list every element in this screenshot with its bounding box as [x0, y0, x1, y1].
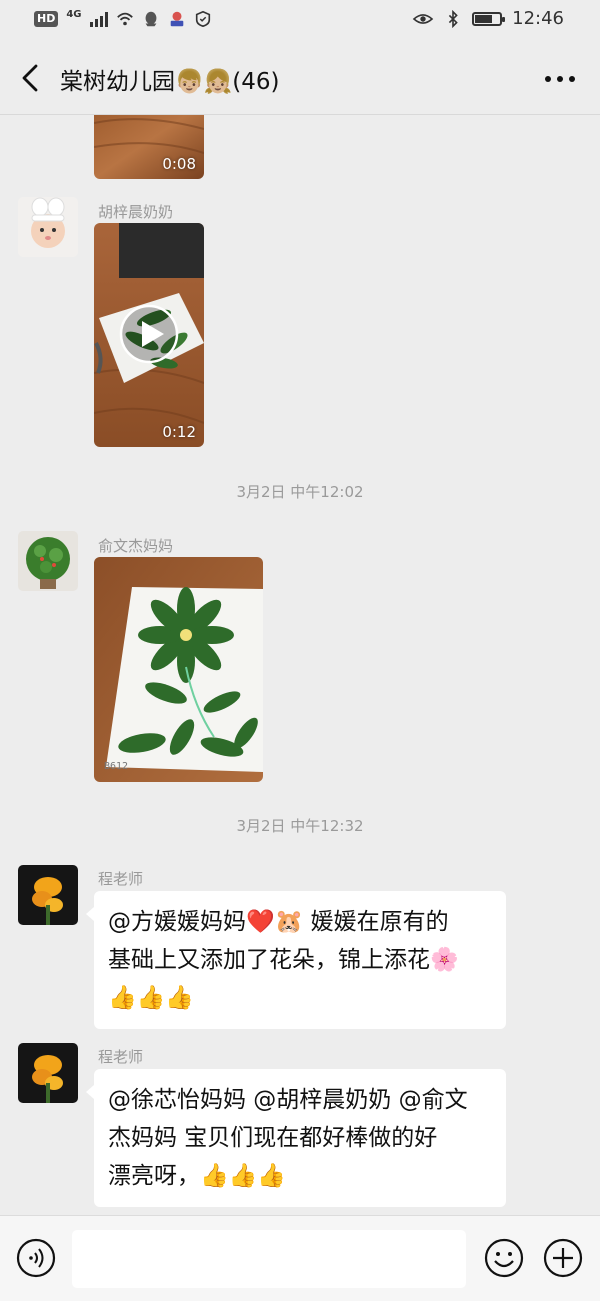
chat-title: 棠树幼儿园👦🏼👧🏼(46) — [60, 62, 280, 96]
battery-icon — [472, 11, 506, 26]
status-time: 12:46 — [512, 8, 564, 29]
signal-icon — [89, 11, 108, 27]
plus-icon[interactable] — [543, 1238, 583, 1278]
eye-icon — [412, 13, 434, 24]
message-list[interactable]: 0:08 胡梓晨奶奶 0:12 3月2日 中午12:02 俞文杰妈妈 B612 … — [0, 115, 600, 1215]
message-line: @徐芯怡妈妈 @胡梓晨奶奶 @俞文 — [108, 1087, 468, 1113]
avatar[interactable] — [18, 865, 78, 925]
chevron-left-icon[interactable] — [14, 60, 50, 96]
avatar[interactable] — [18, 197, 78, 257]
chat-header: 棠树幼儿园👦🏼👧🏼(46) — [0, 44, 600, 115]
chat-input-bar — [0, 1215, 600, 1301]
network-type: 4G — [66, 8, 82, 20]
video-duration: 0:08 — [162, 155, 196, 173]
image-thumbnail — [94, 557, 263, 782]
qq-icon — [145, 11, 156, 27]
voice-icon[interactable] — [16, 1238, 56, 1278]
message-line: 杰妈妈 宝贝们现在都好棒做的好 — [108, 1125, 438, 1151]
video-message[interactable]: 0:08 — [94, 115, 204, 179]
wifi-icon — [116, 12, 133, 26]
avatar[interactable] — [18, 531, 78, 591]
message-line: 👍👍👍 — [108, 985, 194, 1011]
status-right-group: 12:46 — [412, 8, 564, 29]
sender-name: 俞文杰妈妈 — [98, 537, 174, 555]
sender-name: 胡梓晨奶奶 — [98, 203, 174, 221]
sender-name: 程老师 — [98, 1048, 144, 1066]
message-line: @方媛媛妈妈❤️🐹 媛媛在原有的 — [108, 909, 449, 935]
status-left-group: HD 4G — [34, 8, 212, 28]
group-name: 棠树幼儿园 — [60, 69, 175, 95]
app-notification-icon — [170, 11, 183, 27]
text-message-bubble[interactable]: @方媛媛妈妈❤️🐹 媛媛在原有的 基础上又添加了花朵，锦上添花🌸 👍👍👍 — [86, 891, 506, 1029]
message-line: 基础上又添加了花朵，锦上添花🌸 — [108, 947, 459, 973]
message-input[interactable] — [72, 1230, 466, 1288]
status-bar: HD 4G 12:46 — [0, 0, 600, 44]
member-count: (46) — [232, 69, 280, 95]
avatar[interactable] — [18, 1043, 78, 1103]
text-message-bubble[interactable]: @徐芯怡妈妈 @胡梓晨奶奶 @俞文 杰妈妈 宝贝们现在都好棒做的好 漂亮呀，👍👍… — [86, 1069, 506, 1207]
more-horizontal-icon[interactable] — [542, 64, 578, 94]
message-timestamp: 3月2日 中午12:32 — [236, 817, 364, 835]
message-line: 漂亮呀，👍👍👍 — [108, 1163, 286, 1189]
bluetooth-icon — [448, 9, 458, 28]
battery-level — [475, 14, 492, 23]
hd-badge: HD — [34, 11, 59, 27]
image-message[interactable]: B612 — [94, 557, 263, 782]
video-message[interactable]: 0:12 — [94, 223, 204, 447]
sender-name: 程老师 — [98, 870, 144, 888]
shield-icon — [195, 10, 210, 28]
message-timestamp: 3月2日 中午12:02 — [236, 483, 364, 501]
video-duration: 0:12 — [162, 423, 196, 441]
image-stamp: B612 — [104, 761, 129, 772]
title-emojis: 👦🏼👧🏼 — [175, 69, 233, 95]
play-icon[interactable] — [119, 304, 179, 364]
smiley-icon[interactable] — [484, 1238, 524, 1278]
